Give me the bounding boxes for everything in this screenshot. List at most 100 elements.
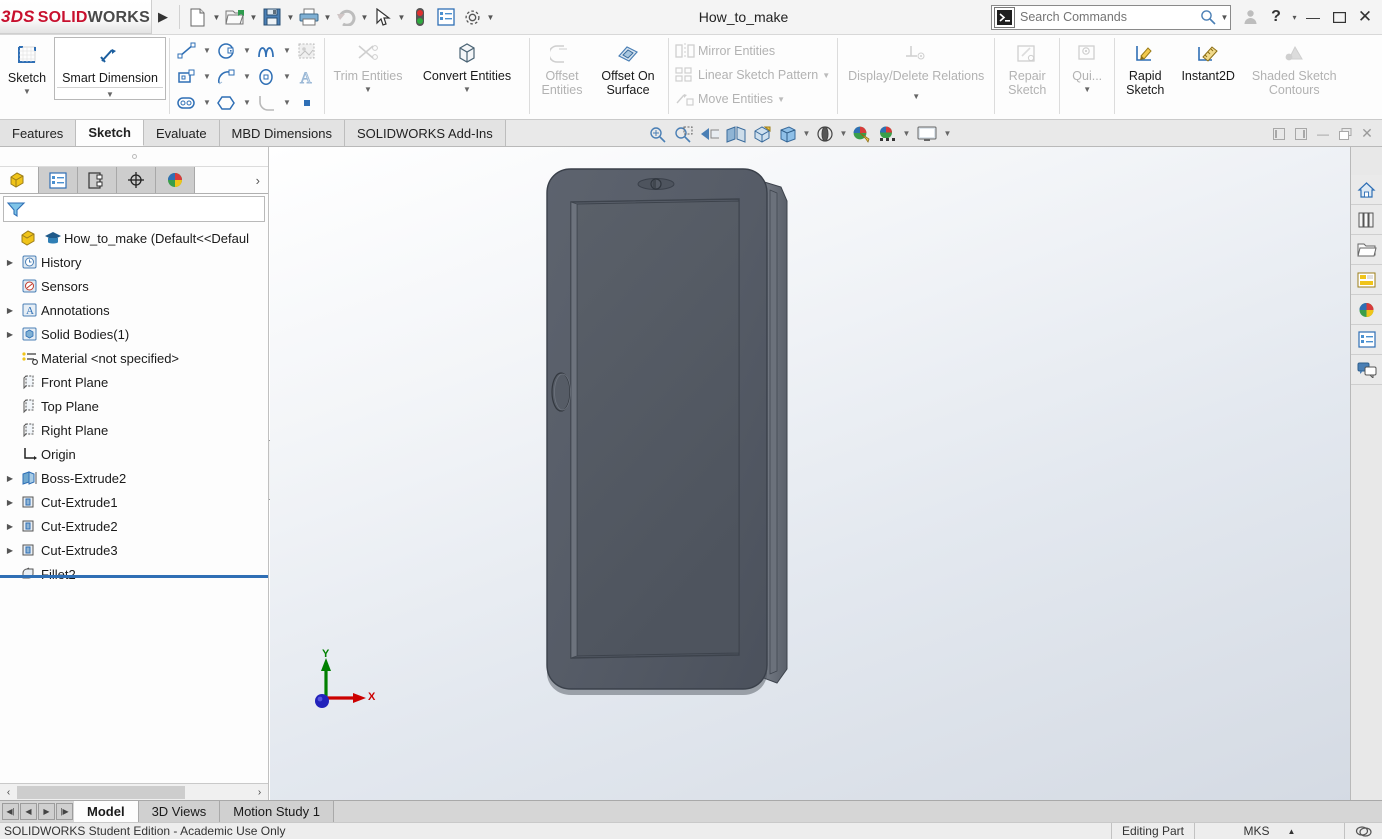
ellipse-icon[interactable] — [253, 64, 281, 89]
search-commands-box[interactable]: ▼ — [991, 4, 1231, 30]
graphics-viewport[interactable]: Y X — [270, 147, 1382, 800]
line-caret-icon[interactable]: ▼ — [201, 46, 213, 55]
sketch-button-caret-icon[interactable]: ▼ — [23, 87, 31, 96]
slot-icon[interactable] — [173, 90, 201, 115]
tablet-device-model[interactable] — [525, 157, 945, 757]
units-caret-icon[interactable]: ▲ — [1288, 827, 1296, 836]
first-tab-button[interactable]: ◀| — [2, 803, 19, 820]
display-style-caret-icon[interactable]: ▼ — [801, 129, 812, 138]
arc-icon[interactable] — [213, 64, 241, 89]
sketch-button[interactable]: Sketch ▼ — [0, 37, 54, 96]
doc-restore-icon[interactable] — [1334, 123, 1356, 145]
linear-sketch-pattern-caret-icon[interactable]: ▼ — [818, 71, 834, 80]
sketch-picture-icon[interactable] — [293, 38, 321, 63]
quick-snaps-button[interactable]: Qui... ▼ — [1063, 35, 1111, 94]
view-orientation-icon[interactable] — [749, 122, 775, 146]
tree-horizontal-scrollbar[interactable]: ‹ › — [0, 783, 268, 800]
shaded-sketch-contours-button[interactable]: Shaded Sketch Contours — [1244, 35, 1344, 97]
expand-arrow-icon[interactable]: ▶ — [2, 474, 18, 483]
rectangle-icon[interactable] — [173, 64, 201, 89]
tree-item-front-plane[interactable]: Front Plane — [0, 370, 268, 394]
feature-manager-tab[interactable] — [0, 167, 39, 193]
select-tool-caret-icon[interactable]: ▼ — [396, 13, 407, 22]
expand-arrow-icon[interactable]: ▶ — [2, 498, 18, 507]
expand-arrow-icon[interactable]: ▶ — [2, 258, 18, 267]
options-caret-icon[interactable]: ▼ — [485, 13, 496, 22]
minimize-button[interactable]: — — [1300, 2, 1326, 32]
menu-expand-arrow[interactable]: ▶ — [152, 9, 174, 25]
print-document-caret-icon[interactable]: ▼ — [322, 13, 333, 22]
display-delete-relations-caret-icon[interactable]: ▼ — [912, 92, 920, 101]
file-explorer-icon[interactable] — [1351, 235, 1382, 265]
save-document-caret-icon[interactable]: ▼ — [285, 13, 296, 22]
tree-item-cut-extrude3[interactable]: ▶ Cut-Extrude3 — [0, 538, 268, 562]
slot-caret-icon[interactable]: ▼ — [201, 98, 213, 107]
scroll-left-button[interactable]: ‹ — [0, 785, 17, 800]
overlay-status[interactable] — [1344, 822, 1382, 839]
edit-appearance-icon[interactable] — [849, 122, 875, 146]
repair-sketch-button[interactable]: Repair Sketch — [998, 35, 1056, 97]
doc-minimize-icon[interactable]: — — [1312, 123, 1334, 145]
user-account-icon[interactable] — [1237, 4, 1263, 30]
open-document-button[interactable] — [222, 4, 248, 30]
convert-entities-button[interactable]: Convert Entities ▼ — [408, 35, 526, 94]
trim-entities-button[interactable]: Trim Entities ▼ — [328, 35, 408, 94]
quick-snaps-caret-icon[interactable]: ▼ — [1083, 85, 1091, 94]
tab-sketch[interactable]: Sketch — [76, 120, 144, 146]
next-tab-button[interactable]: ▶ — [38, 803, 55, 820]
ellipse-caret-icon[interactable]: ▼ — [281, 72, 293, 81]
zoom-to-fit-icon[interactable] — [645, 122, 671, 146]
save-document-button[interactable] — [259, 4, 285, 30]
bottom-tab-motion-study[interactable]: Motion Study 1 — [220, 801, 334, 822]
tree-item-cut-extrude1[interactable]: ▶ Cut-Extrude1 — [0, 490, 268, 514]
section-view-icon[interactable] — [723, 122, 749, 146]
solidworks-resources-icon[interactable] — [1351, 175, 1382, 205]
expand-arrow-icon[interactable]: ▶ — [2, 546, 18, 555]
scroll-thumb[interactable] — [17, 785, 185, 799]
tree-item-right-plane[interactable]: Right Plane — [0, 418, 268, 442]
tree-item-annotations[interactable]: ▶ A Annotations — [0, 298, 268, 322]
instant2d-button[interactable]: Instant2D — [1172, 35, 1244, 83]
select-tool-button[interactable] — [370, 4, 396, 30]
custom-properties-icon[interactable] — [1351, 325, 1382, 355]
appearances-scenes-icon[interactable] — [1351, 295, 1382, 325]
undo-button[interactable] — [333, 4, 359, 30]
mirror-entities-button[interactable]: Mirror Entities — [672, 39, 834, 63]
panel-more-tabs-button[interactable]: › — [195, 167, 268, 193]
offset-entities-button[interactable]: Offset Entities — [533, 35, 591, 97]
doc-close-icon[interactable]: ✕ — [1356, 123, 1378, 145]
linear-sketch-pattern-button[interactable]: Linear Sketch Pattern ▼ — [672, 63, 834, 87]
line-icon[interactable] — [173, 38, 201, 63]
tree-item-boss-extrude2[interactable]: ▶ Boss-Extrude2 — [0, 466, 268, 490]
polygon-icon[interactable] — [213, 90, 241, 115]
open-document-caret-icon[interactable]: ▼ — [248, 13, 259, 22]
circle-caret-icon[interactable]: ▼ — [241, 46, 253, 55]
point-icon[interactable] — [293, 90, 321, 115]
display-style-icon[interactable] — [775, 122, 801, 146]
tree-item-origin[interactable]: Origin — [0, 442, 268, 466]
help-caret-icon[interactable]: ▾ — [1289, 13, 1300, 22]
text-icon[interactable]: A — [293, 64, 321, 89]
expand-arrow-icon[interactable]: ▶ — [2, 306, 18, 315]
search-input[interactable] — [1018, 9, 1197, 25]
tree-item-material[interactable]: Material <not specified> — [0, 346, 268, 370]
tree-item-solid-bodies[interactable]: ▶ Solid Bodies(1) — [0, 322, 268, 346]
maximize-button[interactable] — [1326, 2, 1352, 32]
tab-evaluate[interactable]: Evaluate — [143, 120, 220, 146]
tab-solidworks-add-ins[interactable]: SOLIDWORKS Add-Ins — [344, 120, 506, 146]
display-delete-relations-button[interactable]: Display/Delete Relations ▼ — [841, 35, 991, 101]
search-icon[interactable] — [1197, 4, 1219, 30]
property-manager-tab[interactable] — [39, 167, 78, 193]
smart-dimension-caret-icon[interactable]: ▼ — [106, 90, 114, 99]
restore-left-icon[interactable] — [1268, 123, 1290, 145]
solidworks-logo[interactable]: 3DS SOLIDWORKS — [0, 0, 152, 34]
tree-item-root[interactable]: How_to_make (Default<<Defaul — [0, 226, 268, 250]
last-tab-button[interactable]: |▶ — [56, 803, 73, 820]
offset-on-surface-button[interactable]: Offset On Surface — [591, 35, 665, 97]
zoom-to-area-icon[interactable] — [671, 122, 697, 146]
new-document-caret-icon[interactable]: ▼ — [211, 13, 222, 22]
trim-entities-caret-icon[interactable]: ▼ — [364, 85, 372, 94]
hide-show-items-caret-icon[interactable]: ▼ — [838, 129, 849, 138]
panel-grip[interactable] — [0, 147, 268, 167]
view-settings-caret-icon[interactable]: ▼ — [942, 129, 953, 138]
